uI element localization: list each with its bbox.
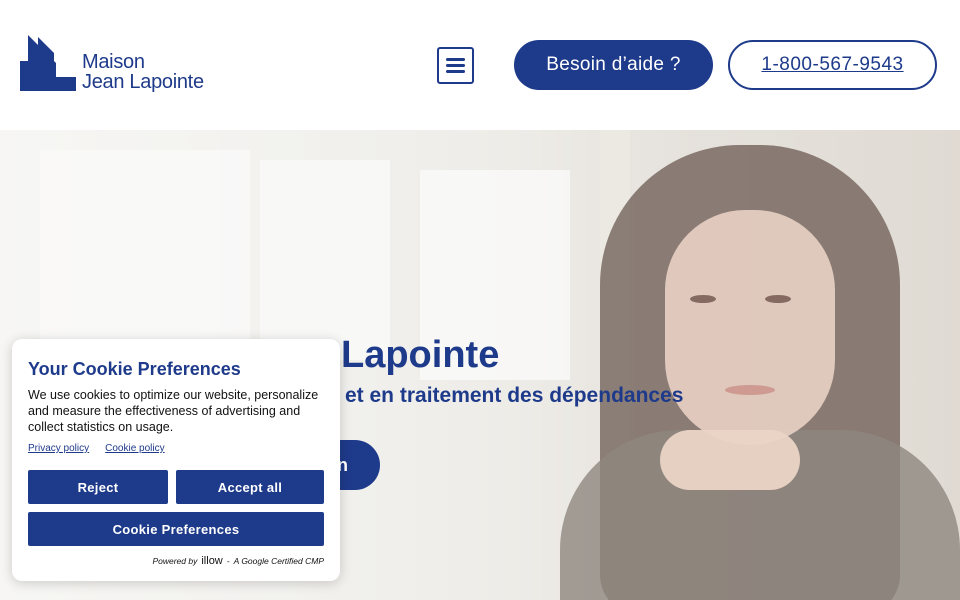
powered-by-label: Powered by xyxy=(152,556,198,566)
site-header: Maison Jean Lapointe Besoin d’aide ? 1-8… xyxy=(0,0,960,130)
logo-text: Maison Jean Lapointe xyxy=(82,52,204,92)
hero-person-hands xyxy=(660,430,800,490)
certified-label: A Google Certified CMP xyxy=(233,556,324,566)
cookie-text: We use cookies to optimize our website, … xyxy=(28,388,319,434)
logo-building-icon xyxy=(20,35,76,91)
cookie-dialog: Your Cookie Preferences We use cookies t… xyxy=(12,339,340,581)
cookie-preferences-button[interactable]: Cookie Preferences xyxy=(28,512,324,546)
illow-logo[interactable]: illow xyxy=(201,555,222,567)
powered-by: Powered by illow - A Google Certified CM… xyxy=(12,555,340,567)
hero-person-eye xyxy=(690,295,716,303)
hero-title: Lapointe xyxy=(341,334,500,376)
logo-line-1: Maison xyxy=(82,51,145,73)
hamburger-icon-line xyxy=(446,64,465,67)
hero-person-mouth xyxy=(725,385,775,395)
hero-person-eye xyxy=(765,295,791,303)
phone-button[interactable]: 1-800-567-9543 xyxy=(728,40,937,90)
hamburger-icon-line xyxy=(446,70,465,73)
cookie-policy-link[interactable]: Cookie policy xyxy=(105,443,164,454)
logo-line-2: Jean Lapointe xyxy=(82,71,204,93)
hero-subtitle: et en traitement des dépendances xyxy=(345,384,684,407)
cookie-title: Your Cookie Preferences xyxy=(28,359,241,379)
menu-button[interactable] xyxy=(437,47,474,84)
logo[interactable]: Maison Jean Lapointe xyxy=(20,35,220,95)
powered-separator: - xyxy=(226,556,230,566)
hamburger-icon xyxy=(446,58,465,61)
cookie-links: Privacy policy Cookie policy xyxy=(28,443,165,454)
help-button[interactable]: Besoin d’aide ? xyxy=(514,40,713,90)
accept-all-button[interactable]: Accept all xyxy=(176,470,324,504)
reject-button[interactable]: Reject xyxy=(28,470,168,504)
hero-person-face xyxy=(665,210,835,445)
privacy-policy-link[interactable]: Privacy policy xyxy=(28,443,89,454)
